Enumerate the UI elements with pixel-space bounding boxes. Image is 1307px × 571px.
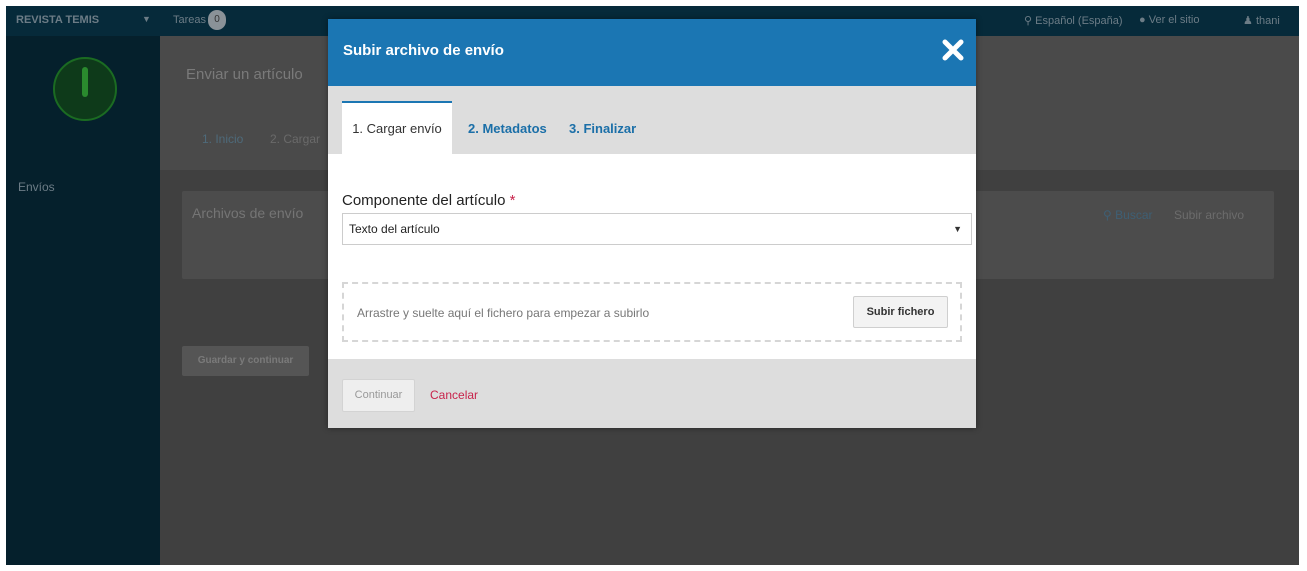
files-panel-title: Archivos de envío [192,205,304,221]
article-component-label: Componente del artículo * [342,192,515,209]
file-dropzone[interactable]: Arrastre y suelte aquí el fichero para e… [342,282,962,342]
article-component-select[interactable]: Texto del artículo ▼ [342,213,972,245]
sidebar-item-envios[interactable]: Envíos [18,180,55,194]
tab-metadatos[interactable]: 2. Metadatos [468,103,547,154]
save-continue-button[interactable]: Guardar y continuar [182,346,309,376]
view-site-link[interactable]: ● Ver el sitio [1139,14,1199,26]
upload-modal: Subir archivo de envío 1. Cargar envío 2… [328,19,976,428]
tasks-link[interactable]: Tareas [173,14,206,26]
upload-file-button[interactable]: Subir fichero [853,296,948,328]
chevron-down-icon[interactable]: ▼ [142,14,151,24]
step-cargar[interactable]: 2. Cargar [270,132,320,146]
upload-file-link[interactable]: Subir archivo [1174,208,1244,222]
search-link[interactable]: ⚲ Buscar [1103,208,1153,222]
modal-title: Subir archivo de envío [343,42,504,59]
search-icon: ⚲ [1103,208,1112,222]
select-value: Texto del artículo [349,222,440,236]
language-link[interactable]: ⚲ Español (España) [1024,14,1123,27]
sidebar: Envíos [6,36,160,565]
site-brand[interactable]: REVISTA TEMIS [16,14,99,26]
journal-logo[interactable] [53,57,117,121]
tasks-count-badge: 0 [208,10,226,30]
continue-button[interactable]: Continuar [342,379,415,412]
view-site-label: Ver el sitio [1148,14,1200,26]
modal-tabs: 1. Cargar envío 2. Metadatos 3. Finaliza… [328,86,976,154]
tab-cargar-envio[interactable]: 1. Cargar envío [342,101,452,154]
modal-footer: Continuar Cancelar [328,359,976,428]
language-label: Español (España) [1035,15,1123,27]
modal-body: Componente del artículo * Texto del artí… [328,154,976,359]
step-inicio[interactable]: 1. Inicio [202,132,243,146]
required-mark: * [509,192,516,209]
globe-icon: ⚲ [1024,15,1033,27]
user-menu[interactable]: ♟ thani [1243,14,1280,27]
chevron-down-icon: ▼ [953,224,962,234]
cancel-link[interactable]: Cancelar [430,388,478,402]
user-icon: ♟ [1243,15,1253,27]
dropzone-text: Arrastre y suelte aquí el fichero para e… [357,306,650,320]
page-title: Enviar un artículo [186,66,303,83]
close-icon[interactable] [940,37,966,63]
search-label: Buscar [1115,208,1153,222]
tab-finalizar[interactable]: 3. Finalizar [569,103,636,154]
eye-icon: ● [1139,14,1146,26]
article-component-label-text: Componente del artículo [342,192,506,209]
app-frame: REVISTA TEMIS ▼ Tareas 0 ⚲ Español (Espa… [6,6,1299,565]
modal-header: Subir archivo de envío [328,19,976,86]
user-name: thani [1255,15,1280,27]
